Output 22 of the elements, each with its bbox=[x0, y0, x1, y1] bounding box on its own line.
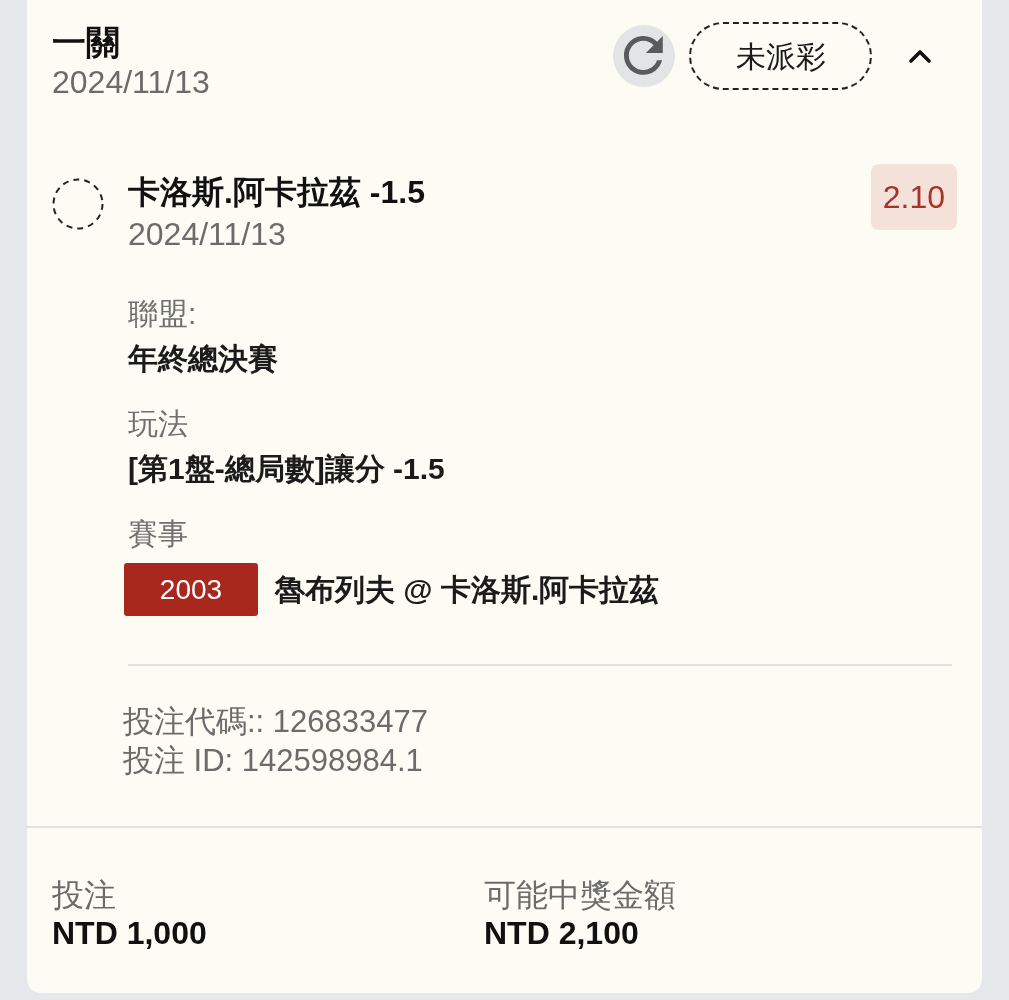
bet-id-text: 投注 ID: 142598984.1 bbox=[123, 742, 423, 780]
detail-label: 聯盟: bbox=[128, 296, 197, 332]
detail-label: 玩法 bbox=[128, 406, 188, 442]
detail-label: 賽事 bbox=[128, 516, 188, 552]
refresh-icon bbox=[624, 36, 664, 76]
status-pill: 未派彩 bbox=[689, 22, 872, 90]
selection-date: 2024/11/13 bbox=[128, 215, 286, 254]
bet-date: 2024/11/13 bbox=[52, 63, 210, 102]
selection-name: 卡洛斯.阿卡拉茲 -1.5 bbox=[128, 173, 425, 212]
event-matchup: 魯布列夫 @ 卡洛斯.阿卡拉茲 bbox=[275, 571, 660, 608]
detail-value: 年終總決賽 bbox=[128, 341, 278, 377]
odds-badge: 2.10 bbox=[870, 164, 957, 230]
summary-amount: NTD 2,100 bbox=[484, 914, 639, 952]
summary-label: 投注 bbox=[52, 876, 116, 914]
bet-id-text: 投注代碼:: 126833477 bbox=[123, 703, 428, 741]
bet-type-title: 一關 bbox=[52, 22, 120, 62]
summary-label: 可能中獎金額 bbox=[484, 876, 676, 914]
dashed-circle-icon bbox=[52, 178, 104, 230]
event-code-badge: 2003 bbox=[124, 563, 258, 616]
detail-value: [第1盤-總局數]讓分 -1.5 bbox=[128, 451, 445, 487]
chevron-up-icon bbox=[908, 48, 932, 64]
summary-amount: NTD 1,000 bbox=[52, 914, 207, 952]
